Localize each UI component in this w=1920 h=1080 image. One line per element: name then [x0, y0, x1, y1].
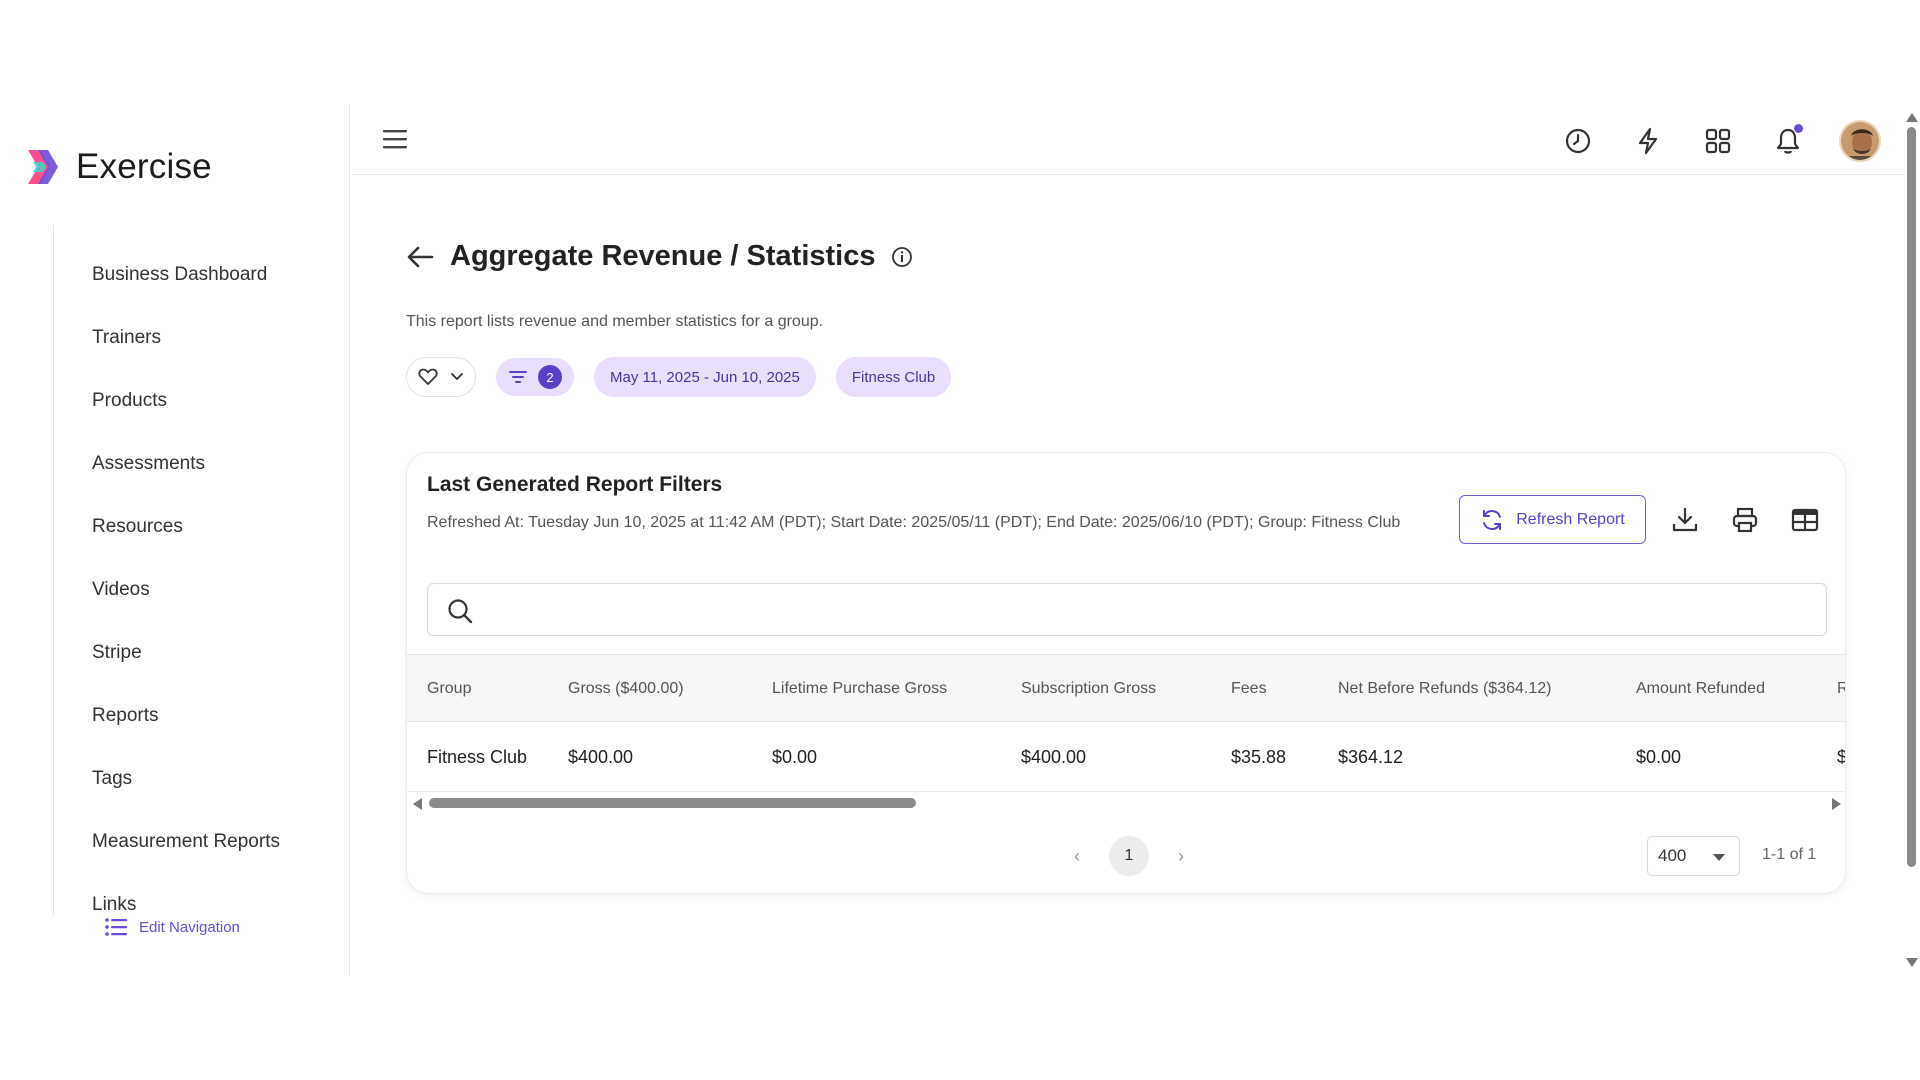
info-icon[interactable] — [891, 246, 913, 268]
avatar[interactable] — [1839, 120, 1881, 162]
sidebar: Exercise Business Dashboard Trainers Pro… — [0, 105, 350, 975]
column-header[interactable]: Lifetime Purchase Gross — [772, 655, 947, 723]
sidebar-item-products[interactable]: Products — [92, 369, 280, 432]
edit-navigation-link[interactable]: Edit Navigation — [105, 917, 240, 937]
sidebar-item-tags[interactable]: Tags — [92, 747, 280, 810]
column-header[interactable]: Group — [427, 655, 471, 723]
brand-name: Exercise — [76, 147, 212, 186]
topbar — [351, 105, 1903, 175]
history-icon[interactable] — [1559, 122, 1597, 160]
list-icon — [105, 918, 127, 936]
print-icon[interactable] — [1728, 503, 1762, 537]
date-range-chip[interactable]: May 11, 2025 - Jun 10, 2025 — [594, 357, 816, 397]
favorites-dropdown[interactable] — [406, 357, 476, 397]
refresh-report-label: Refresh Report — [1516, 510, 1625, 528]
column-header[interactable]: R — [1837, 655, 1845, 723]
nav-rail — [53, 225, 54, 915]
table-row[interactable]: Fitness Club $400.00 $0.00 $400.00 $35.8… — [407, 722, 1845, 792]
previous-page-icon[interactable]: ‹ — [1067, 846, 1087, 867]
table-header: Group Gross ($400.00) Lifetime Purchase … — [407, 654, 1845, 723]
refresh-icon — [1483, 509, 1502, 530]
edit-navigation-label: Edit Navigation — [139, 918, 240, 936]
sidebar-item-reports[interactable]: Reports — [92, 684, 280, 747]
horizontal-scrollbar[interactable] — [407, 793, 1845, 813]
scroll-right-arrow[interactable] — [1832, 798, 1841, 810]
caret-down-icon — [1713, 854, 1725, 861]
pagination: ‹ 1 › — [1067, 836, 1191, 876]
heart-icon — [418, 368, 438, 385]
group-chip[interactable]: Fitness Club — [835, 357, 952, 397]
pagination-range: 1-1 of 1 — [1762, 846, 1817, 863]
sidebar-item-trainers[interactable]: Trainers — [92, 306, 280, 369]
grid-icon[interactable] — [1699, 122, 1737, 160]
column-header[interactable]: Amount Refunded — [1636, 655, 1765, 723]
brand[interactable]: Exercise — [24, 147, 212, 187]
table-cell: $ — [1837, 722, 1845, 792]
filter-icon — [509, 371, 527, 383]
column-header[interactable]: Net Before Refunds ($364.12) — [1338, 655, 1551, 723]
main-content: Aggregate Revenue / Statistics This repo… — [406, 240, 1846, 894]
rows-per-page-value: 400 — [1658, 846, 1687, 865]
sidebar-nav: Business Dashboard Trainers Products Ass… — [92, 243, 280, 936]
notification-dot — [1794, 124, 1803, 133]
column-header[interactable]: Gross ($400.00) — [568, 655, 684, 723]
download-icon[interactable] — [1668, 503, 1702, 537]
menu-icon[interactable] — [383, 129, 407, 154]
vertical-scroll-thumb[interactable] — [1907, 127, 1916, 867]
page-title: Aggregate Revenue / Statistics — [450, 240, 876, 272]
page-subtitle: This report lists revenue and member sta… — [406, 313, 824, 330]
lightning-icon[interactable] — [1629, 122, 1667, 160]
table-cell: Fitness Club — [427, 746, 528, 767]
filter-bar: 2 May 11, 2025 - Jun 10, 2025 Fitness Cl… — [406, 357, 1846, 397]
table-layout-icon[interactable] — [1788, 503, 1822, 537]
sidebar-item-measurement-reports[interactable]: Measurement Reports — [92, 810, 280, 873]
sidebar-item-assessments[interactable]: Assessments — [92, 432, 280, 495]
filter-count-badge: 2 — [538, 365, 562, 389]
table-cell: $400.00 — [568, 746, 634, 767]
scroll-up-arrow[interactable] — [1906, 113, 1918, 122]
sidebar-item-resources[interactable]: Resources — [92, 495, 280, 558]
topbar-actions — [1559, 120, 1881, 162]
title-row: Aggregate Revenue / Statistics — [406, 240, 1846, 273]
card-title: Last Generated Report Filters — [427, 473, 723, 496]
back-arrow-icon[interactable] — [406, 245, 434, 269]
table-cell: $400.00 — [1021, 746, 1087, 767]
column-header[interactable]: Fees — [1231, 655, 1267, 723]
vertical-scrollbar[interactable] — [1903, 105, 1920, 975]
filter-button[interactable]: 2 — [496, 358, 574, 396]
page-number[interactable]: 1 — [1109, 836, 1149, 876]
scroll-left-arrow[interactable] — [413, 798, 422, 810]
logo-icon — [28, 150, 58, 184]
search-icon — [448, 599, 473, 624]
table-cell: $35.88 — [1231, 746, 1287, 767]
rows-per-page-select[interactable]: 400 — [1647, 836, 1740, 876]
report-filters-description: Refreshed At: Tuesday Jun 10, 2025 at 11… — [427, 514, 1401, 531]
bell-icon[interactable] — [1769, 122, 1807, 160]
sidebar-item-stripe[interactable]: Stripe — [92, 621, 280, 684]
horizontal-scroll-thumb[interactable] — [429, 798, 916, 808]
table-cell: $364.12 — [1338, 746, 1404, 767]
chevron-down-icon — [451, 373, 463, 381]
scroll-down-arrow[interactable] — [1906, 958, 1918, 967]
report-card: Last Generated Report Filters Refreshed … — [406, 452, 1846, 894]
next-page-icon[interactable]: › — [1171, 846, 1191, 867]
table-cell: $0.00 — [772, 746, 818, 767]
column-header[interactable]: Subscription Gross — [1021, 655, 1156, 723]
refresh-report-button[interactable]: Refresh Report — [1459, 495, 1646, 544]
table-cell: $0.00 — [1636, 746, 1682, 767]
search-box — [427, 583, 1827, 636]
sidebar-item-videos[interactable]: Videos — [92, 558, 280, 621]
sidebar-item-business-dashboard[interactable]: Business Dashboard — [92, 243, 280, 306]
search-input[interactable] — [488, 592, 1808, 628]
